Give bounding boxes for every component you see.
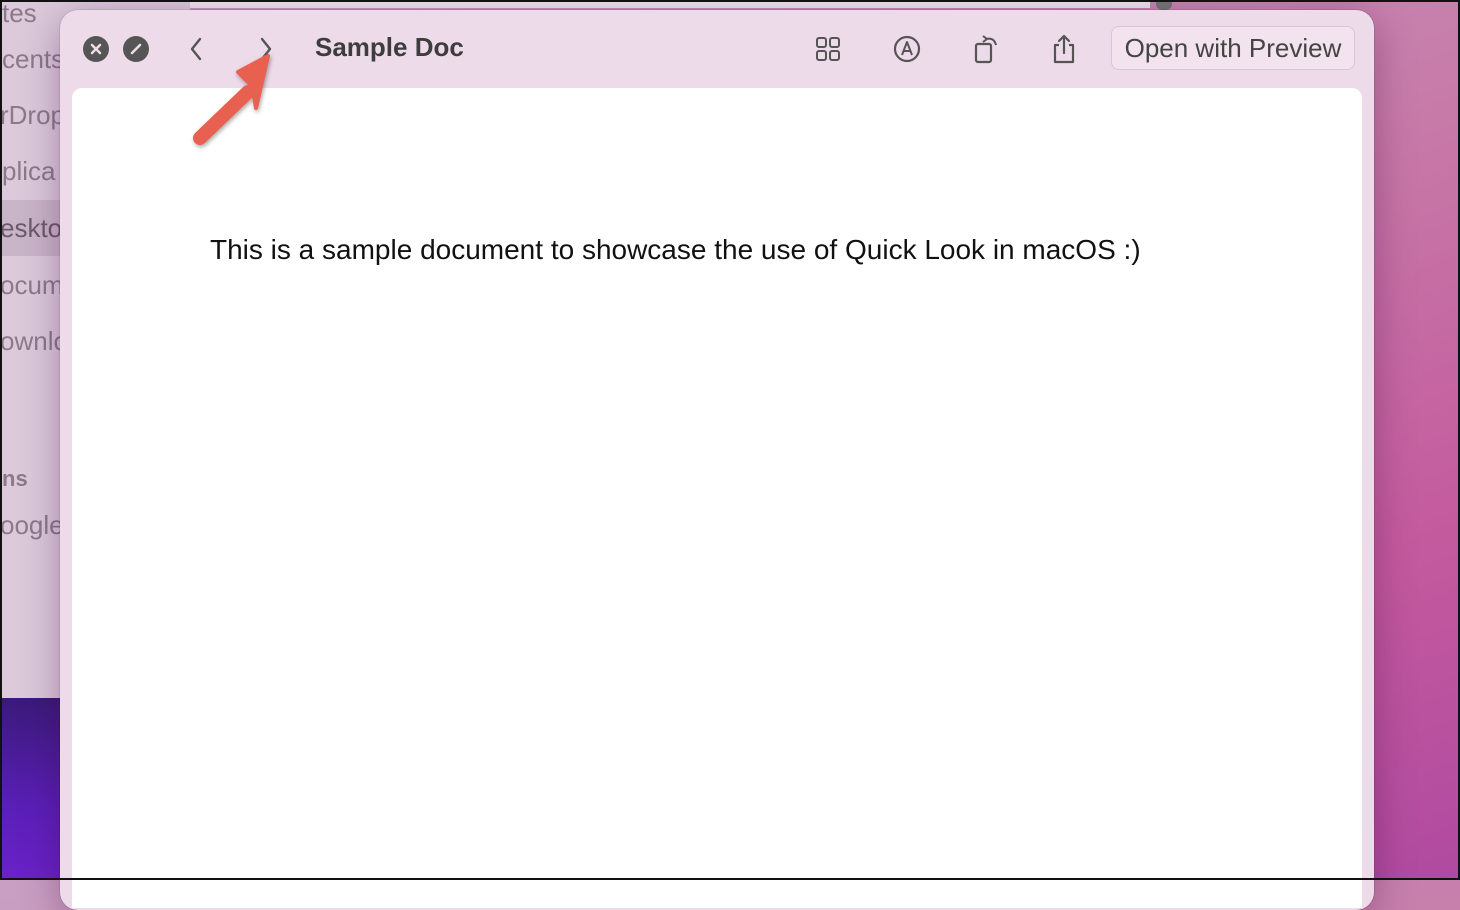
document-title: Sample Doc: [315, 32, 464, 62]
sidebar-item-favorites[interactable]: tes: [2, 0, 37, 29]
fullscreen-button[interactable]: [123, 36, 149, 62]
sidebar-item-label: eskto: [0, 213, 63, 243]
sidebar-section-locations: ns: [2, 466, 28, 491]
markup-button[interactable]: [888, 30, 926, 68]
document-preview: This is a sample document to showcase th…: [72, 88, 1362, 908]
close-icon: [90, 43, 102, 55]
markup-icon: [893, 35, 921, 63]
arrow-annotation-icon: [193, 54, 270, 145]
sidebar-item-applications[interactable]: plica: [2, 156, 55, 187]
grid-icon: [816, 37, 840, 61]
rotate-icon: [974, 35, 997, 64]
grid-view-button[interactable]: [809, 30, 847, 68]
share-button[interactable]: [1045, 30, 1083, 68]
close-button[interactable]: [83, 36, 109, 62]
finder-content-top: [190, 0, 1150, 8]
sidebar-item-documents[interactable]: ocum: [0, 270, 64, 301]
open-with-preview-button[interactable]: Open with Preview: [1111, 26, 1355, 70]
sidebar-item-airdrop[interactable]: rDrop: [0, 100, 65, 131]
finder-scrollbar[interactable]: [1156, 0, 1172, 10]
sidebar-item-google[interactable]: oogle: [0, 510, 64, 541]
rotate-button[interactable]: [968, 30, 1006, 68]
sidebar-item-recents[interactable]: cents: [2, 44, 64, 75]
sidebar-item-downloads[interactable]: ownlo: [0, 326, 68, 357]
share-icon: [1053, 34, 1075, 64]
fullscreen-icon: [130, 43, 142, 55]
document-body-text: This is a sample document to showcase th…: [210, 234, 1141, 265]
